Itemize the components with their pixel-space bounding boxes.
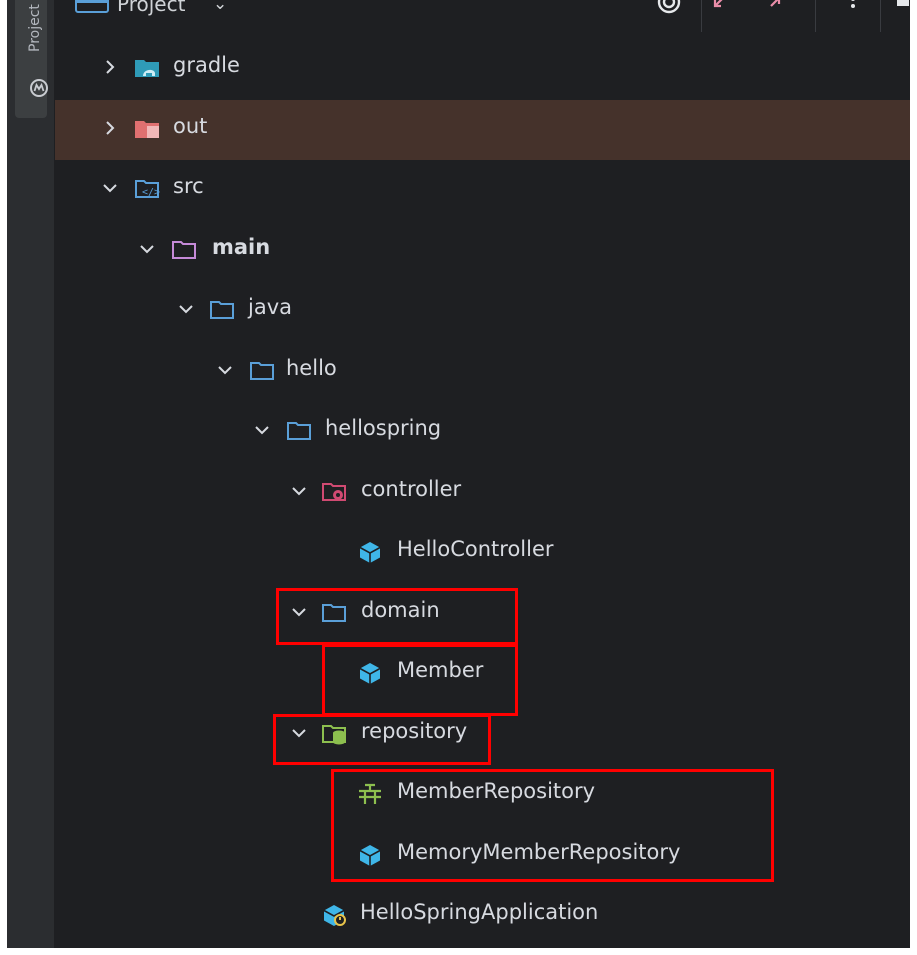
project-panel-header: Project ⌄ (55, 0, 910, 34)
project-tool-window-tab[interactable]: Project (15, 0, 48, 118)
tree-item-label: java (248, 295, 292, 319)
tree-item-hellospring[interactable]: hellospring (55, 402, 910, 463)
tree-item-gradle[interactable]: gradle (55, 39, 910, 100)
tree-item-label: main (212, 234, 271, 259)
tree-item-label: HelloController (397, 537, 554, 561)
chevron-down-icon[interactable] (176, 299, 196, 319)
tool-window-sidebar: Project (7, 0, 55, 948)
project-structure-icon (30, 79, 48, 97)
tree-item-main[interactable]: main (55, 221, 910, 282)
tree-item-out[interactable]: out (55, 99, 910, 160)
project-view-icon (75, 0, 109, 13)
gradle-folder-icon (135, 60, 159, 77)
project-view-selector[interactable]: Project (117, 0, 185, 16)
folder-icon (250, 361, 274, 380)
module-folder-icon (172, 240, 196, 259)
highlight-box-member (322, 644, 518, 716)
tree-item-label: src (173, 174, 204, 198)
tree-item-label: hello (286, 355, 337, 380)
excluded-folder-icon (135, 120, 159, 138)
collapse-all-icon[interactable] (709, 0, 729, 16)
chevron-down-icon[interactable] (100, 178, 120, 198)
chevron-right-icon[interactable] (100, 57, 120, 77)
spring-boot-app-icon (323, 905, 346, 926)
chevron-right-icon[interactable] (100, 118, 120, 138)
highlight-box-repository-classes (331, 769, 774, 882)
chevron-down-icon[interactable] (289, 481, 309, 501)
toolbar-separator (880, 0, 881, 32)
folder-icon (287, 422, 311, 440)
chevron-down-icon[interactable] (215, 360, 235, 380)
tree-item-label: hellospring (325, 416, 442, 440)
svg-text:</>: </> (142, 187, 160, 198)
chevron-down-icon[interactable]: ⌄ (213, 0, 227, 14)
folder-icon (210, 301, 234, 319)
tree-item-java[interactable]: java (55, 281, 910, 342)
tree-item-label: HelloSpringApplication (360, 900, 599, 924)
chevron-down-icon[interactable] (137, 239, 157, 259)
class-icon (359, 542, 381, 563)
expand-all-icon[interactable] (765, 0, 785, 16)
hide-panel-icon[interactable] (897, 0, 909, 6)
tree-item-label: controller (361, 476, 462, 501)
tree-item-hello[interactable]: hello (55, 342, 910, 403)
tree-item-hellocontroller[interactable]: HelloController (55, 523, 910, 584)
tree-item-hellospringapplication[interactable]: HelloSpringApplication (55, 886, 910, 947)
chevron-down-icon[interactable] (252, 420, 272, 440)
highlight-box-repository (273, 714, 491, 765)
screenshot-frame: Project Project ⌄ gradle out </> src mai… (0, 0, 917, 955)
project-tab-label: Project (27, 4, 43, 52)
locate-file-icon[interactable] (655, 0, 683, 16)
tree-item-label: gradle (173, 53, 240, 77)
toolbar-separator (815, 0, 816, 32)
more-options-icon[interactable] (847, 0, 859, 16)
source-folder-icon: </> (135, 180, 160, 198)
toolbar-separator (701, 0, 702, 32)
tree-item-label: out (173, 113, 208, 138)
tree-item-src[interactable]: </> src (55, 160, 910, 221)
tree-item-controller[interactable]: controller (55, 463, 910, 524)
controller-package-icon (322, 482, 346, 501)
highlight-box-domain (276, 588, 518, 645)
